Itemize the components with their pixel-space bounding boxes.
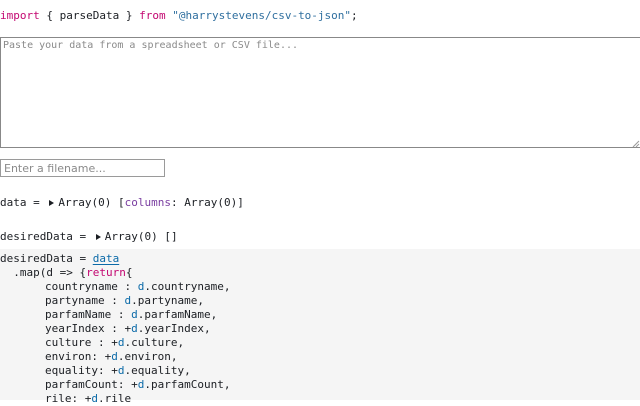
code-line: parfamCount: +d.parfamCount, xyxy=(45,378,230,392)
code-colon: : xyxy=(91,350,105,363)
csv-data-textarea[interactable] xyxy=(0,37,640,148)
code-property-key: environ xyxy=(45,350,92,363)
code-field-access: .environ, xyxy=(117,350,178,363)
code-d-ref: d xyxy=(131,322,138,335)
filename-input[interactable] xyxy=(0,159,165,177)
code-d-ref: d xyxy=(111,350,118,363)
code-field-access: .countryname, xyxy=(144,280,231,293)
code-line: rile: +d.rile xyxy=(45,392,131,406)
code-data-ref[interactable]: data xyxy=(93,252,120,265)
code-property-key: parfamCount xyxy=(45,378,118,391)
code-line: yearIndex : +d.yearIndex, xyxy=(45,322,211,336)
code-line: environ: +d.environ, xyxy=(45,350,177,364)
data-columns-key: columns xyxy=(124,196,171,209)
code-editor-cell[interactable]: desiredData = data .map(d => {return{ co… xyxy=(0,249,640,405)
code-d-ref: d xyxy=(131,308,138,321)
desired-array-type[interactable]: Array(0) xyxy=(105,230,158,243)
code-field-access: .equality, xyxy=(124,364,191,377)
code-property-key: partyname xyxy=(45,294,112,307)
import-keyword: import xyxy=(0,9,40,22)
data-variable-name: data xyxy=(0,196,27,209)
code-field-access: .partyname, xyxy=(131,294,204,307)
desired-equals: = xyxy=(72,230,93,243)
code-line: desiredData = data xyxy=(0,252,119,266)
code-colon: : xyxy=(124,280,138,293)
code-colon: : xyxy=(117,378,132,391)
code-line: equality: +d.equality, xyxy=(45,364,191,378)
code-line: partyname : d.partyname, xyxy=(45,294,204,308)
from-keyword: from xyxy=(139,9,166,22)
desired-empty-brackets: [] xyxy=(157,230,178,243)
data-close-bracket: ] xyxy=(237,196,244,209)
code-colon: : xyxy=(71,392,85,405)
code-line: culture : +d.culture, xyxy=(45,336,184,350)
code-field-access: .yearIndex, xyxy=(137,322,211,335)
resize-grip-icon[interactable] xyxy=(631,139,640,148)
desired-data-output-cell: desiredData = Array(0) [] xyxy=(0,230,178,244)
code-property-key: rile xyxy=(45,392,72,405)
code-property-key: equality xyxy=(45,364,98,377)
data-columns-sep: : xyxy=(170,196,185,209)
code-colon: : xyxy=(117,308,132,321)
code-open-brace: { xyxy=(125,266,133,279)
code-unary-plus: + xyxy=(131,378,138,391)
return-keyword: return xyxy=(86,266,126,279)
code-field-access: .parfamName, xyxy=(137,308,218,321)
code-field-access: .culture, xyxy=(124,336,185,349)
code-colon: : xyxy=(111,294,125,307)
code-unary-plus: + xyxy=(111,336,118,349)
code-line: parfamName : d.parfamName, xyxy=(45,308,217,322)
code-field-access: .rile xyxy=(98,392,132,405)
import-semicolon: ; xyxy=(351,9,358,22)
data-array-type[interactable]: Array(0) xyxy=(58,196,111,209)
code-property-key: culture xyxy=(45,336,98,349)
code-property-key: parfamName xyxy=(45,308,118,321)
disclosure-triangle-icon[interactable] xyxy=(49,200,55,206)
code-line: countryname : d.countryname, xyxy=(45,280,230,294)
code-line: .map(d => {return{ xyxy=(0,266,132,280)
code-field-access: .parfamCount, xyxy=(144,378,231,391)
code-map-call: .map(d => { xyxy=(0,266,87,279)
data-open-bracket: [ xyxy=(111,196,125,209)
code-var-name: desiredData xyxy=(0,252,73,265)
import-statement: import { parseData } from "@harrystevens… xyxy=(0,9,358,23)
code-property-key: yearIndex xyxy=(45,322,112,335)
data-equals: = xyxy=(26,196,47,209)
import-close-brace: } xyxy=(119,9,140,22)
code-colon: : xyxy=(97,364,112,377)
desired-variable-name: desiredData xyxy=(0,230,73,243)
module-string: "@harrystevens/csv-to-json" xyxy=(172,9,352,22)
code-equals: = xyxy=(72,252,93,265)
import-open-brace: { xyxy=(39,9,60,22)
code-colon: : xyxy=(111,322,125,335)
data-output-cell: data = Array(0) [columns: Array(0)] xyxy=(0,196,244,210)
code-colon: : xyxy=(97,336,112,349)
code-d-ref: d xyxy=(91,392,98,405)
disclosure-triangle-icon[interactable] xyxy=(95,234,101,240)
code-property-key: countryname xyxy=(45,280,125,293)
import-name: parseData xyxy=(59,9,120,22)
data-columns-value: Array(0) xyxy=(184,196,238,209)
code-unary-plus: + xyxy=(111,364,118,377)
